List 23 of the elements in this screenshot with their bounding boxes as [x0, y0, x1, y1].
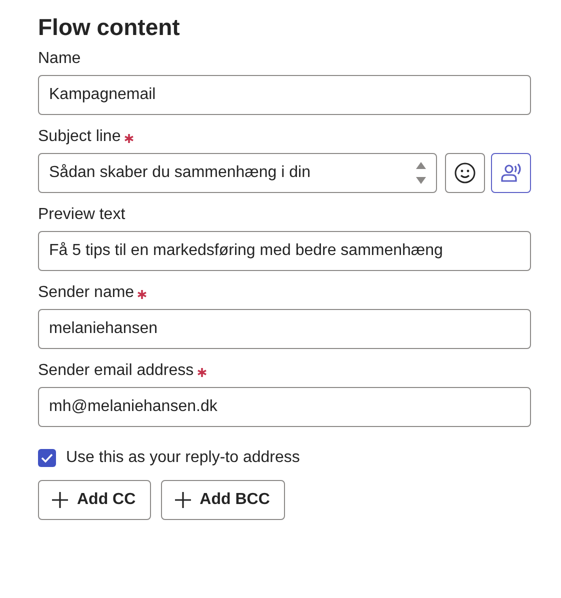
checkbox[interactable]	[38, 449, 56, 467]
add-button[interactable]: Add BCC	[160, 480, 285, 520]
plus-icon	[51, 491, 69, 509]
input-field[interactable]: mh@melaniehansen.dk	[38, 387, 531, 427]
add-button[interactable]: Add CC	[38, 480, 151, 520]
voice-button[interactable]	[491, 153, 531, 193]
field-label: Preview text	[38, 206, 126, 224]
field-label: Sender name	[38, 284, 134, 302]
field-label: Subject line	[38, 128, 121, 146]
checkbox-label: Use this as your reply-to address	[66, 449, 300, 467]
field-label: Sender email address	[38, 362, 194, 380]
spin-up-icon[interactable]	[416, 162, 426, 169]
input-field[interactable]: Kampagnemail	[38, 75, 531, 115]
input-field[interactable]: melaniehansen	[38, 309, 531, 349]
field-label: Name	[38, 50, 81, 68]
input-field[interactable]: Få 5 tips til en markedsføring med bedre sammenhæng	[38, 231, 531, 271]
emoji-icon	[454, 162, 476, 184]
section-title: Flow content	[38, 14, 180, 41]
person-speaking-icon	[500, 162, 522, 184]
emoji-button[interactable]	[445, 153, 485, 193]
plus-icon	[174, 491, 192, 509]
input-field[interactable]: Sådan skaber du sammenhæng i din	[38, 153, 437, 193]
spin-down-icon[interactable]	[416, 177, 426, 184]
